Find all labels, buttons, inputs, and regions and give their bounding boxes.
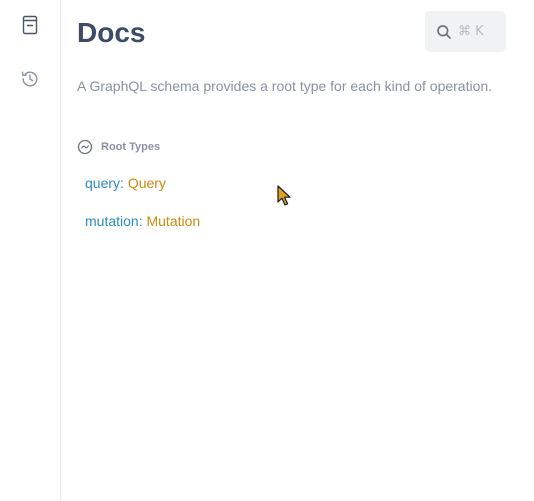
search-icon: [436, 24, 452, 40]
history-button[interactable]: [16, 65, 44, 93]
history-icon: [21, 71, 38, 87]
search-shortcut-hint: ⌘ K: [458, 24, 484, 39]
section-title: Root Types: [101, 141, 161, 153]
field-colon: :: [138, 213, 143, 229]
page-title: Docs: [77, 17, 146, 48]
type-link[interactable]: Query: [128, 175, 166, 191]
field-name[interactable]: mutation: [85, 213, 139, 229]
field-colon: :: [120, 175, 124, 191]
docs-search-button[interactable]: ⌘ K: [425, 11, 506, 52]
root-type-query[interactable]: query: Query: [85, 173, 166, 193]
root-types-section-header: Root Types: [77, 139, 160, 155]
docs-explorer-panel: Docs ⌘ K A GraphQL schema provides a roo…: [77, 0, 517, 501]
root-type-mutation[interactable]: mutation: Mutation: [85, 211, 200, 231]
plugin-sidebar: [0, 0, 61, 501]
root-types-icon: [77, 139, 93, 155]
field-name[interactable]: query: [85, 175, 120, 191]
mouse-pointer-icon: [277, 185, 291, 206]
docs-explorer-button[interactable]: [16, 11, 44, 39]
docs-book-icon: [22, 15, 38, 35]
schema-description: A GraphQL schema provides a root type fo…: [77, 78, 493, 94]
type-link[interactable]: Mutation: [146, 213, 200, 229]
graphiql-app: Docs ⌘ K A GraphQL schema provides a roo…: [0, 0, 534, 501]
